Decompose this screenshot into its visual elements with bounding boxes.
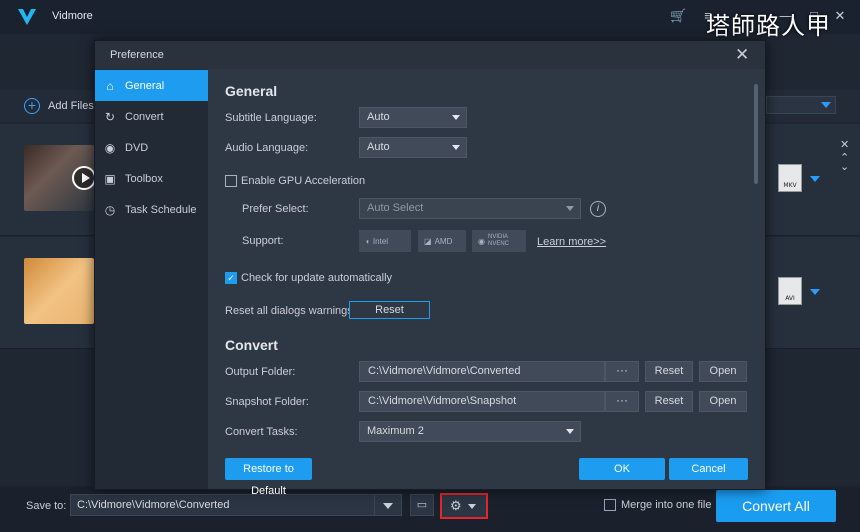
output-folder-path[interactable]: C:\Vidmore\Vidmore\Converted xyxy=(359,361,605,382)
nav-item-task-schedule[interactable]: ◷ Task Schedule xyxy=(95,194,208,225)
output-folder-browse-button[interactable]: ··· xyxy=(605,361,639,382)
chevron-down-icon xyxy=(383,503,393,509)
app-name: Vidmore xyxy=(52,10,93,22)
chevron-down-icon[interactable] xyxy=(810,176,820,182)
select-value: Auto xyxy=(367,141,390,153)
check-update-checkbox[interactable]: ✓ xyxy=(225,272,237,284)
nav-label: Task Schedule xyxy=(125,203,197,216)
chip-label: Intel xyxy=(372,236,388,246)
nvidia-chip: ◉ NVIDIA NVENC xyxy=(472,230,526,252)
general-heading: General xyxy=(225,83,278,99)
reset-warnings-button[interactable]: Reset xyxy=(349,301,430,319)
check-update-label: Check for update automatically xyxy=(241,272,393,284)
amd-icon: ◪ xyxy=(424,236,432,246)
settings-button[interactable]: ⚙ xyxy=(440,493,488,519)
nav-item-toolbox[interactable]: ▣ Toolbox xyxy=(95,163,208,194)
format-badge-avi[interactable]: AVI xyxy=(778,277,802,305)
chevron-down-icon xyxy=(452,145,460,150)
gpu-acceleration-checkbox[interactable] xyxy=(225,175,237,187)
move-down-icon[interactable]: ⌄ xyxy=(840,160,849,173)
plus-icon: + xyxy=(24,98,40,114)
home-icon: ⌂ xyxy=(106,78,114,93)
remove-icon[interactable]: ✕ xyxy=(840,138,849,151)
nav-item-convert[interactable]: ↻ Convert xyxy=(95,101,208,132)
divider xyxy=(374,495,375,515)
nav-item-general[interactable]: ⌂ General xyxy=(95,70,208,101)
merge-checkbox[interactable] xyxy=(604,499,616,511)
amd-chip: ◪ AMD xyxy=(418,230,466,252)
convert-tasks-label: Convert Tasks: xyxy=(225,426,298,438)
clock-icon: ◷ xyxy=(104,202,116,217)
output-folder-label: Output Folder: xyxy=(225,366,296,378)
prefer-select-dropdown[interactable]: Auto Select xyxy=(359,198,581,219)
select-value: Auto xyxy=(367,111,390,123)
reset-warnings-label: Reset all dialogs warnings: xyxy=(225,305,356,317)
window-close-icon[interactable]: ✕ xyxy=(832,8,848,24)
chevron-down-icon xyxy=(452,115,460,120)
scrollbar[interactable] xyxy=(754,84,758,184)
subtitle-language-select[interactable]: Auto xyxy=(359,107,467,128)
support-label: Support: xyxy=(242,235,284,247)
merge-label: Merge into one file xyxy=(621,499,712,511)
info-icon[interactable]: i xyxy=(590,201,606,217)
nav-label: General xyxy=(125,79,165,92)
select-value: Auto Select xyxy=(367,202,424,214)
dialog-title: Preference xyxy=(110,49,164,61)
convert-all-button[interactable]: Convert All xyxy=(716,490,836,522)
nav-label: Convert xyxy=(125,110,164,123)
snapshot-folder-open-button[interactable]: Open xyxy=(699,391,747,412)
intel-chip: ◖ Intel xyxy=(359,230,411,252)
nav-item-dvd[interactable]: ◉ DVD xyxy=(95,132,208,163)
ok-button[interactable]: OK xyxy=(579,458,665,480)
close-icon[interactable]: ✕ xyxy=(735,46,749,63)
gear-icon: ⚙ xyxy=(450,498,462,513)
vidmore-logo xyxy=(18,9,36,25)
add-files-button[interactable]: + Add Files xyxy=(24,98,94,114)
output-folder-open-button[interactable]: Open xyxy=(699,361,747,382)
audio-language-select[interactable]: Auto xyxy=(359,137,467,158)
prefer-select-label: Prefer Select: xyxy=(242,203,309,215)
save-path-value: C:\Vidmore\Vidmore\Converted xyxy=(77,499,230,511)
nav-label: Toolbox xyxy=(125,172,163,185)
snapshot-folder-browse-button[interactable]: ··· xyxy=(605,391,639,412)
toolbox-icon: ▣ xyxy=(104,171,116,186)
folder-icon[interactable]: ▭ xyxy=(410,494,434,516)
chevron-down-icon[interactable] xyxy=(810,289,820,295)
chip-label: AMD xyxy=(434,236,453,246)
chevron-down-icon xyxy=(566,206,574,211)
refresh-icon: ↻ xyxy=(104,109,116,124)
snapshot-folder-path[interactable]: C:\Vidmore\Vidmore\Snapshot xyxy=(359,391,605,412)
chevron-down-icon xyxy=(468,504,476,509)
restore-default-button[interactable]: Restore to Default xyxy=(225,458,312,497)
convert-heading: Convert xyxy=(225,337,278,353)
chip-label: NVIDIA NVENC xyxy=(487,234,509,247)
subtitle-language-label: Subtitle Language: xyxy=(225,112,317,124)
nvidia-icon: ◉ xyxy=(478,236,485,246)
select-value: Maximum 2 xyxy=(367,425,424,437)
intel-icon: ◖ xyxy=(365,236,370,246)
cancel-button[interactable]: Cancel xyxy=(669,458,748,480)
output-folder-reset-button[interactable]: Reset xyxy=(645,361,693,382)
watermark: 塔師路人甲 xyxy=(706,12,831,40)
learn-more-link[interactable]: Learn more>> xyxy=(537,236,606,248)
gpu-acceleration-label: Enable GPU Acceleration xyxy=(241,175,366,187)
snapshot-folder-reset-button[interactable]: Reset xyxy=(645,391,693,412)
video-thumbnail[interactable] xyxy=(24,258,94,324)
cart-icon[interactable]: 🛒 xyxy=(670,8,686,24)
chevron-down-icon xyxy=(821,102,831,108)
disc-icon: ◉ xyxy=(104,140,116,155)
save-to-label: Save to: xyxy=(26,500,67,512)
audio-language-label: Audio Language: xyxy=(225,142,309,154)
convert-all-format-select[interactable] xyxy=(766,96,836,114)
chevron-down-icon xyxy=(566,429,574,434)
save-path-select[interactable]: C:\Vidmore\Vidmore\Converted xyxy=(70,494,402,516)
convert-tasks-select[interactable]: Maximum 2 xyxy=(359,421,581,442)
play-icon[interactable] xyxy=(72,166,96,190)
add-files-label: Add Files xyxy=(48,100,94,112)
snapshot-folder-label: Snapshot Folder: xyxy=(225,396,309,408)
format-badge-mkv[interactable]: MKV xyxy=(778,164,802,192)
nav-label: DVD xyxy=(125,141,149,154)
